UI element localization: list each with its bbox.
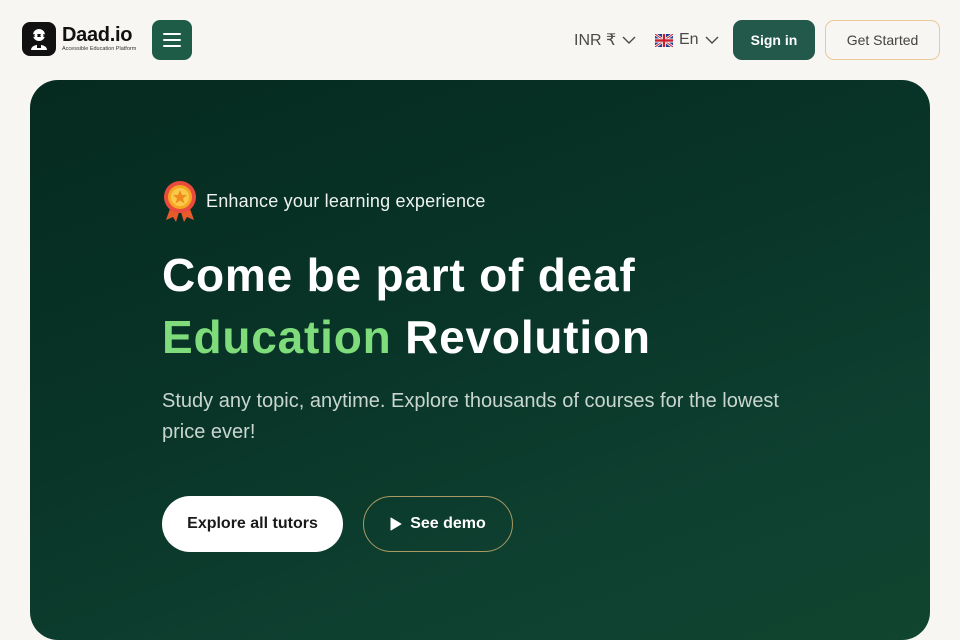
logo-mark-icon [22,22,56,56]
currency-dropdown[interactable]: INR ₹ [574,28,636,52]
logo[interactable]: Daad.io Accessible Education Platform [22,22,136,56]
uk-flag-icon [655,33,673,47]
get-started-button[interactable]: Get Started [825,20,940,60]
language-label: En [679,31,699,48]
headline-accent: Education [162,311,392,363]
logo-tagline: Accessible Education Platform [62,46,137,52]
medal-icon [162,180,198,222]
hero-section: Enhance your learning experience Come be… [30,80,930,640]
chevron-down-icon [622,36,636,44]
top-nav: Daad.io Accessible Education Platform IN… [0,0,960,80]
sign-in-button[interactable]: Sign in [733,20,815,60]
headline-line-2: Education Revolution [162,306,651,368]
headline-line-1: Come be part of deaf [162,249,636,301]
headline-rest: Revolution [405,311,651,363]
see-demo-label: See demo [410,515,486,532]
hero-headline: Come be part of deaf Education Revolutio… [162,244,651,368]
badge-text: Enhance your learning experience [206,190,486,211]
play-icon [390,517,402,531]
language-dropdown[interactable]: En [655,28,719,52]
menu-button[interactable] [152,20,192,60]
hamburger-icon [163,33,181,47]
logo-name: Daad.io [62,24,133,46]
hero-badge: Enhance your learning experience [162,180,486,222]
currency-label: INR ₹ [574,32,617,49]
chevron-down-icon [705,36,719,44]
see-demo-button[interactable]: See demo [363,496,513,552]
explore-tutors-button[interactable]: Explore all tutors [162,496,343,552]
hero-subtitle: Study any topic, anytime. Explore thousa… [162,390,779,443]
